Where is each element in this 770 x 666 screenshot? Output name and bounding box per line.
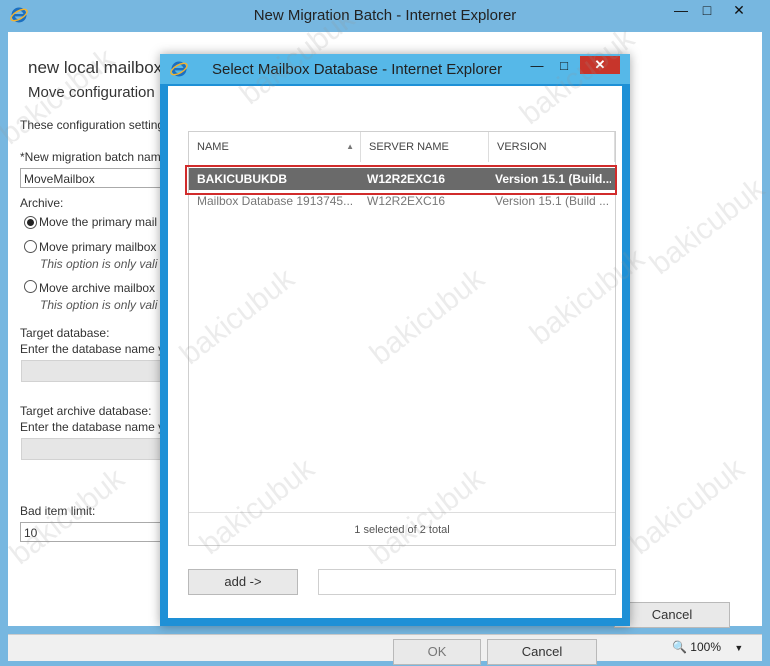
radio-primary-archive[interactable] — [24, 216, 37, 229]
ie-icon — [170, 61, 188, 77]
row-version: Version 15.1 (Build ... — [495, 194, 610, 208]
add-button[interactable]: add -> — [188, 569, 298, 595]
column-header-server[interactable]: SERVER NAME — [361, 132, 489, 162]
target-archive-db-label: Target archive database: — [20, 404, 152, 418]
target-archive-db-hint: Enter the database name y — [20, 420, 165, 434]
dialog-title: Select Mailbox Database - Internet Explo… — [212, 61, 503, 78]
radio-archive-only-label: Move archive mailbox — [39, 281, 156, 295]
dialog-minimize-button[interactable]: — — [524, 56, 550, 74]
dialog-cancel-button[interactable]: Cancel — [487, 639, 597, 665]
outer-window-title: New Migration Batch - Internet Explorer — [253, 7, 517, 24]
dialog-client-area: NAME ▲ SERVER NAME VERSION BAKICUBUKDB W… — [168, 86, 622, 665]
dialog-titlebar: Select Mailbox Database - Internet Explo… — [160, 54, 630, 84]
config-description: These configuration setting — [20, 118, 165, 132]
target-db-hint: Enter the database name y — [20, 342, 165, 356]
selection-count: 1 selected of 2 total — [189, 512, 615, 547]
radio-primary-only[interactable] — [24, 240, 37, 253]
radio-archive-only[interactable] — [24, 280, 37, 293]
close-button[interactable]: ✕ — [716, 0, 762, 20]
column-header-name[interactable]: NAME ▲ — [189, 132, 361, 162]
row-server: W12R2EXC16 — [367, 194, 446, 208]
outer-cancel-button[interactable]: Cancel — [614, 602, 730, 628]
selection-highlight-outline — [185, 165, 617, 195]
batch-name-input[interactable]: MoveMailbox — [20, 168, 180, 188]
dialog-maximize-button[interactable]: □ — [551, 56, 577, 74]
radio-primary-only-label: Move primary mailbox — [39, 240, 157, 254]
target-db-label: Target database: — [20, 326, 110, 340]
zoom-level: 100% — [690, 640, 721, 654]
column-name-label: NAME — [197, 141, 229, 153]
row-name: Mailbox Database 1913745... — [197, 194, 354, 208]
selected-database-field[interactable] — [318, 569, 616, 595]
radio-primary-archive-label: Move the primary mail — [39, 215, 158, 229]
page-subtitle: Move configuration — [28, 84, 155, 101]
column-header-version[interactable]: VERSION — [489, 132, 615, 162]
batch-name-label: *New migration batch nam — [20, 150, 161, 164]
zoom-control[interactable]: 🔍 100% ▼ — [672, 640, 743, 654]
target-archive-db-field[interactable] — [21, 438, 181, 460]
bad-item-limit-label: Bad item limit: — [20, 504, 96, 518]
chevron-down-icon: ▼ — [734, 643, 744, 653]
zoom-icon: 🔍 — [672, 640, 687, 654]
bad-item-limit-input[interactable]: 10 — [20, 522, 180, 542]
target-db-field[interactable] — [21, 360, 181, 382]
sort-ascending-icon: ▲ — [346, 142, 354, 151]
dialog-close-button[interactable]: ✕ — [580, 56, 620, 74]
select-mailbox-database-dialog: Select Mailbox Database - Internet Explo… — [160, 54, 630, 665]
archive-label: Archive: — [20, 196, 64, 210]
ok-button[interactable]: OK — [393, 639, 481, 665]
radio-primary-only-note: This option is only vali — [40, 257, 158, 271]
page-title: new local mailbox — [28, 58, 163, 77]
status-bar: 🔍 100% ▼ — [8, 634, 762, 661]
outer-titlebar: New Migration Batch - Internet Explorer … — [0, 0, 770, 32]
radio-archive-only-note: This option is only vali — [40, 298, 158, 312]
